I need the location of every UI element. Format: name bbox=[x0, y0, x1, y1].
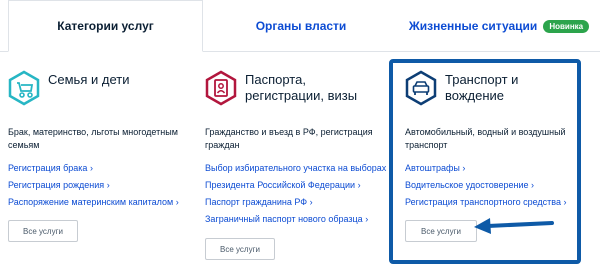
all-services-button[interactable]: Все услуги bbox=[205, 238, 275, 260]
passport-icon bbox=[205, 70, 237, 106]
tab-life-situations-label: Жизненные ситуации bbox=[408, 19, 538, 33]
card-description: Гражданство и въезд в РФ, регистрация гр… bbox=[205, 127, 373, 150]
category-card-passports: Паспорта, регистрации, визы Гражданство … bbox=[205, 70, 386, 260]
link-rf-passport[interactable]: Паспорт гражданина РФ › bbox=[205, 194, 385, 211]
tab-life-situations[interactable]: Жизненные ситуации Новинка bbox=[399, 0, 599, 52]
tab-categories-label: Категории услуг bbox=[57, 19, 154, 33]
link-driver-license[interactable]: Водительское удостоверение › bbox=[405, 177, 575, 194]
link-polling-station[interactable]: Выбор избирательного участка на выборах bbox=[205, 160, 386, 177]
link-foreign-passport[interactable]: Заграничный паспорт нового образца › bbox=[205, 211, 385, 228]
all-services-button[interactable]: Все услуги bbox=[405, 220, 477, 242]
card-title: Семья и дети bbox=[48, 72, 130, 87]
link-car-fines[interactable]: Автоштрафы › bbox=[405, 160, 575, 177]
category-tabs: Категории услуг Органы власти Жизненные … bbox=[0, 0, 600, 52]
tab-authorities-label: Органы власти bbox=[255, 19, 347, 33]
card-description: Автомобильный, водный и воздушный трансп… bbox=[405, 127, 566, 150]
link-birth-registration[interactable]: Регистрация рождения › bbox=[8, 177, 188, 194]
car-icon bbox=[405, 70, 437, 106]
card-title: Паспорта, регистрации, визы bbox=[245, 72, 358, 103]
stroller-icon bbox=[8, 70, 40, 106]
link-vehicle-registration[interactable]: Регистрация транспортного средства › bbox=[405, 194, 575, 211]
all-services-button[interactable]: Все услуги bbox=[8, 220, 78, 242]
tab-authorities[interactable]: Органы власти bbox=[203, 0, 399, 52]
link-maternity-capital[interactable]: Распоряжение материнским капиталом › bbox=[8, 194, 188, 211]
pointer-arrow-icon bbox=[474, 218, 554, 234]
card-title: Транспорт и вождение bbox=[445, 72, 519, 103]
category-card-family: Семья и дети Брак, материнство, льготы м… bbox=[8, 70, 188, 242]
link-president-elections[interactable]: Президента Российской Федерации › bbox=[205, 177, 385, 194]
tab-categories[interactable]: Категории услуг bbox=[8, 0, 203, 52]
new-badge: Новинка bbox=[543, 19, 590, 33]
card-description: Брак, материнство, льготы многодетным се… bbox=[8, 127, 178, 150]
link-marriage-registration[interactable]: Регистрация брака › bbox=[8, 160, 188, 177]
